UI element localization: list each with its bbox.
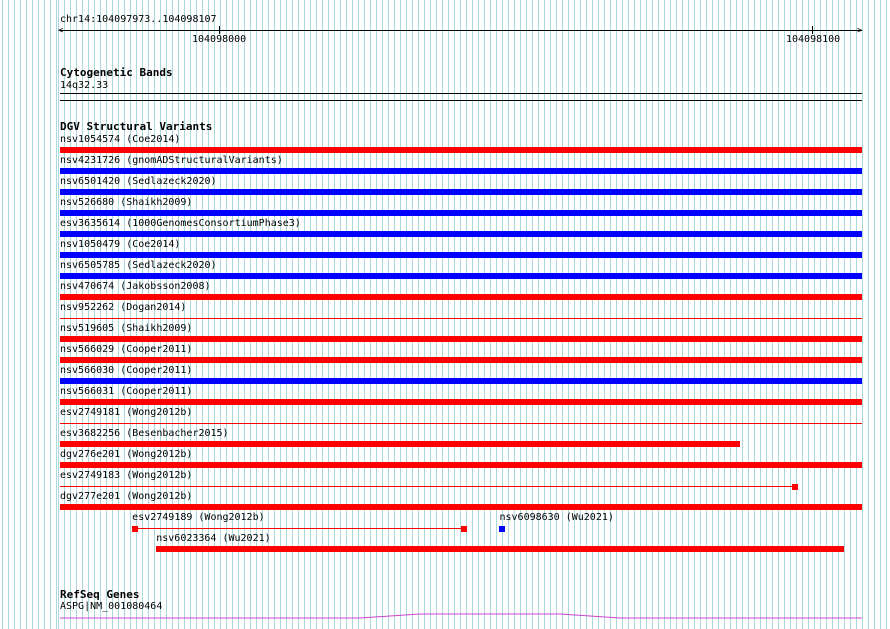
variant-label[interactable]: nsv952262 (Dogan2014)	[60, 302, 186, 314]
variant-bar[interactable]	[60, 210, 862, 216]
variant-bar[interactable]	[156, 546, 845, 552]
variant-label[interactable]: nsv6023364 (Wu2021)	[156, 533, 270, 545]
variant-line[interactable]	[132, 528, 468, 529]
variant-line[interactable]	[60, 486, 798, 487]
variant-bar[interactable]	[60, 273, 862, 279]
variant-bar[interactable]	[60, 378, 862, 384]
variant-label[interactable]: dgv276e201 (Wong2012b)	[60, 449, 192, 461]
variant-end-box[interactable]	[461, 526, 468, 532]
variant-label[interactable]: nsv6098630 (Wu2021)	[499, 512, 613, 524]
variant-label[interactable]: dgv277e201 (Wong2012b)	[60, 491, 192, 503]
variant-label[interactable]: nsv470674 (Jakobsson2008)	[60, 281, 211, 293]
variant-bar[interactable]	[60, 357, 862, 363]
variant-label[interactable]: esv3635614 (1000GenomesConsortiumPhase3)	[60, 218, 301, 230]
variant-label[interactable]: esv2749183 (Wong2012b)	[60, 470, 192, 482]
variant-point[interactable]	[499, 526, 506, 532]
variant-bar[interactable]	[60, 399, 862, 405]
variant-bar[interactable]	[60, 189, 862, 195]
variant-label[interactable]: nsv526680 (Shaikh2009)	[60, 197, 192, 209]
variant-bar[interactable]	[60, 168, 862, 174]
variant-label[interactable]: nsv4231726 (gnomADStructuralVariants)	[60, 155, 283, 167]
variant-end-box[interactable]	[791, 484, 798, 490]
variant-bar[interactable]	[60, 441, 741, 447]
variant-label[interactable]: nsv566031 (Cooper2011)	[60, 386, 192, 398]
variant-label[interactable]: nsv566029 (Cooper2011)	[60, 344, 192, 356]
variant-label[interactable]: esv3682256 (Besenbacher2015)	[60, 428, 229, 440]
variant-bar[interactable]	[60, 294, 862, 300]
variant-bar[interactable]	[60, 336, 862, 342]
variant-label[interactable]: esv2749189 (Wong2012b)	[132, 512, 264, 524]
variant-bar[interactable]	[60, 147, 862, 153]
variant-label[interactable]: nsv566030 (Cooper2011)	[60, 365, 192, 377]
variant-line[interactable]	[60, 423, 862, 424]
variant-label[interactable]: esv2749181 (Wong2012b)	[60, 407, 192, 419]
variant-label[interactable]: nsv6501420 (Sedlazeck2020)	[60, 176, 217, 188]
variant-bar[interactable]	[60, 231, 862, 237]
variant-label[interactable]: nsv519605 (Shaikh2009)	[60, 323, 192, 335]
variant-label[interactable]: nsv1054574 (Coe2014)	[60, 134, 180, 146]
variant-bar[interactable]	[60, 462, 862, 468]
variant-bar[interactable]	[60, 504, 862, 510]
variant-label[interactable]: nsv1050479 (Coe2014)	[60, 239, 180, 251]
dgv-track: nsv1054574 (Coe2014) nsv4231726 (gnomADSt…	[0, 0, 890, 629]
variant-start-box[interactable]	[132, 526, 139, 532]
variant-bar[interactable]	[60, 252, 862, 258]
variant-label[interactable]: nsv6505785 (Sedlazeck2020)	[60, 260, 217, 272]
variant-line[interactable]	[60, 318, 862, 319]
